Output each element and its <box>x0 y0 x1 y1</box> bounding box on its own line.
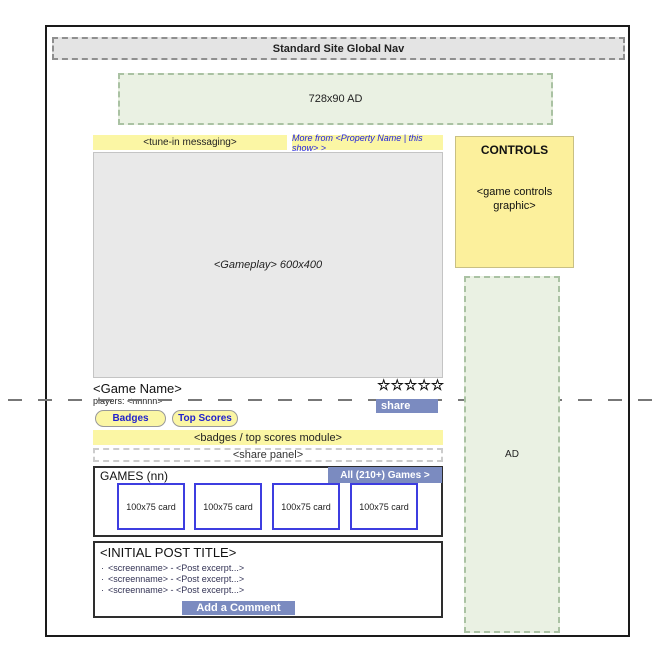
tune-in-messaging-bar: <tune-in messaging> <box>93 135 287 150</box>
game-name: <Game Name> <box>93 381 182 396</box>
controls-panel: CONTROLS <game controls graphic> <box>455 136 574 268</box>
game-controls-graphic: <game controls graphic> <box>476 186 553 212</box>
players-count: players: <nnnnn> <box>93 396 163 406</box>
badges-top-scores-module: <badges / top scores module> <box>93 430 443 445</box>
leaderboard-ad: 728x90 AD <box>118 73 553 125</box>
post-excerpt: <screenname> - <Post excerpt...> <box>108 585 245 595</box>
post-row[interactable]: · <screenname> - <Post excerpt...> <box>101 563 244 573</box>
gameplay-area[interactable]: <Gameplay> 600x400 <box>93 152 443 378</box>
bullet-icon: · <box>101 574 104 584</box>
page-fold-line <box>8 399 662 401</box>
post-row[interactable]: · <screenname> - <Post excerpt...> <box>101 574 244 584</box>
initial-post-title: <INITIAL POST TITLE> <box>100 545 237 560</box>
all-games-button[interactable]: All (210+) Games > <box>328 467 442 483</box>
game-card[interactable]: 100x75 card <box>272 483 340 530</box>
bullet-icon: · <box>101 563 104 573</box>
share-button[interactable]: share <box>376 399 438 413</box>
game-card[interactable]: 100x75 card <box>350 483 418 530</box>
games-section: GAMES (nn) All (210+) Games > 100x75 car… <box>93 466 443 537</box>
games-section-title: GAMES (nn) <box>100 469 169 483</box>
global-nav-bar[interactable]: Standard Site Global Nav <box>52 37 625 60</box>
comments-section: <INITIAL POST TITLE> · <screenname> - <Po… <box>93 541 443 618</box>
post-excerpt: <screenname> - <Post excerpt...> <box>108 574 245 584</box>
more-from-link[interactable]: More from <Property Name | this show> > <box>292 133 443 153</box>
add-comment-button[interactable]: Add a Comment <box>182 601 295 615</box>
tab-badges[interactable]: Badges <box>95 410 166 427</box>
post-row[interactable]: · <screenname> - <Post excerpt...> <box>101 585 244 595</box>
wireframe-canvas: Standard Site Global Nav 728x90 AD <tune… <box>0 0 670 670</box>
share-panel[interactable]: <share panel> <box>93 448 443 462</box>
skyscraper-ad: AD <box>464 276 560 633</box>
tab-top-scores[interactable]: Top Scores <box>172 410 238 427</box>
controls-title: CONTROLS <box>480 143 549 157</box>
star-rating-icons[interactable]: ☆☆☆☆☆ <box>377 378 444 394</box>
game-card[interactable]: 100x75 card <box>117 483 185 530</box>
game-card[interactable]: 100x75 card <box>194 483 262 530</box>
bullet-icon: · <box>101 585 104 595</box>
post-excerpt: <screenname> - <Post excerpt...> <box>108 563 245 573</box>
